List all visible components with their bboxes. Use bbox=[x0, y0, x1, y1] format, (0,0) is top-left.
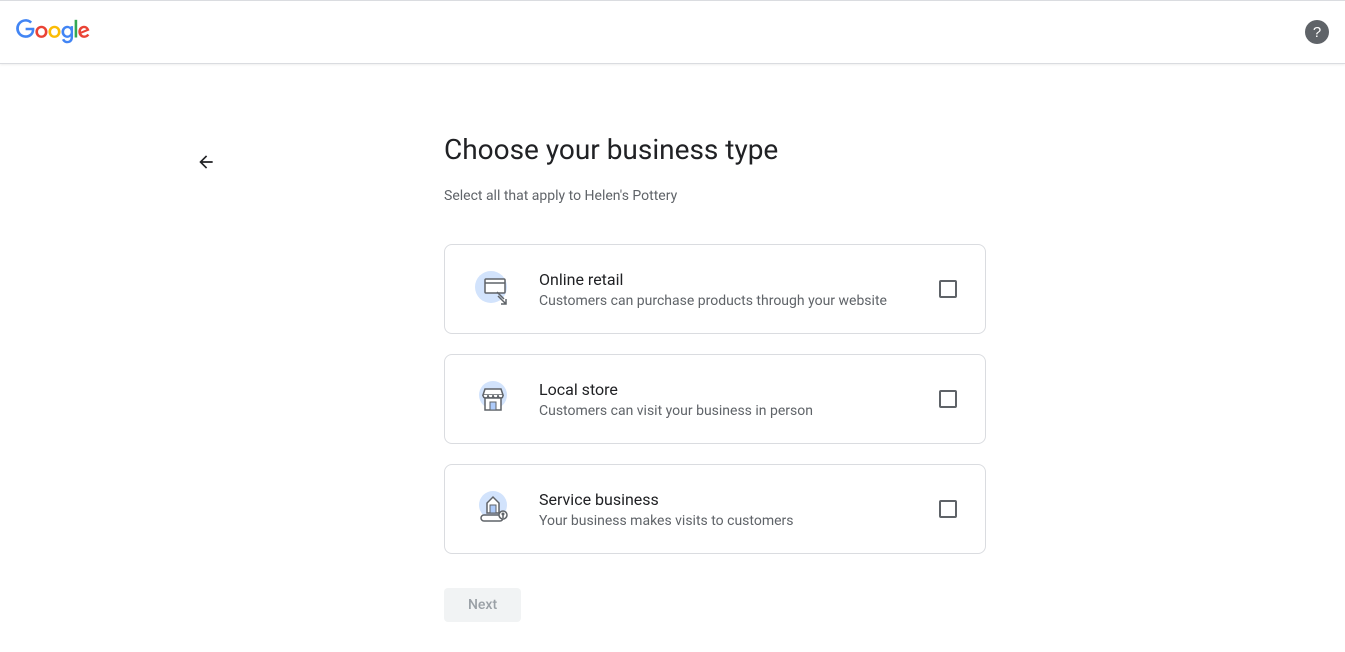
checkbox[interactable] bbox=[939, 390, 957, 408]
help-icon[interactable]: ? bbox=[1305, 20, 1329, 44]
next-button[interactable]: Next bbox=[444, 588, 521, 622]
option-title: Service business bbox=[539, 490, 913, 509]
option-text: Service business Your business makes vis… bbox=[539, 490, 913, 529]
option-text: Online retail Customers can purchase pro… bbox=[539, 270, 913, 309]
back-column bbox=[0, 132, 444, 622]
main-content: Choose your business type Select all tha… bbox=[0, 64, 1345, 622]
option-description: Your business makes visits to customers bbox=[539, 513, 913, 529]
help-glyph: ? bbox=[1313, 24, 1321, 41]
option-text: Local store Customers can visit your bus… bbox=[539, 380, 913, 419]
page-subtitle: Select all that apply to Helen's Pottery bbox=[444, 188, 986, 204]
header: ? bbox=[0, 0, 1345, 64]
option-online-retail[interactable]: Online retail Customers can purchase pro… bbox=[444, 244, 986, 334]
option-service-business[interactable]: Service business Your business makes vis… bbox=[444, 464, 986, 554]
option-local-store[interactable]: Local store Customers can visit your bus… bbox=[444, 354, 986, 444]
option-description: Customers can visit your business in per… bbox=[539, 403, 913, 419]
form-content: Choose your business type Select all tha… bbox=[444, 132, 986, 622]
option-description: Customers can purchase products through … bbox=[539, 293, 913, 309]
local-store-icon bbox=[473, 379, 513, 419]
page-title: Choose your business type bbox=[444, 132, 986, 168]
google-logo[interactable] bbox=[16, 19, 90, 44]
arrow-left-icon bbox=[196, 152, 216, 172]
service-business-icon bbox=[473, 489, 513, 529]
online-retail-icon bbox=[473, 269, 513, 309]
option-title: Local store bbox=[539, 380, 913, 399]
checkbox[interactable] bbox=[939, 280, 957, 298]
back-button[interactable] bbox=[194, 150, 218, 174]
checkbox[interactable] bbox=[939, 500, 957, 518]
option-title: Online retail bbox=[539, 270, 913, 289]
